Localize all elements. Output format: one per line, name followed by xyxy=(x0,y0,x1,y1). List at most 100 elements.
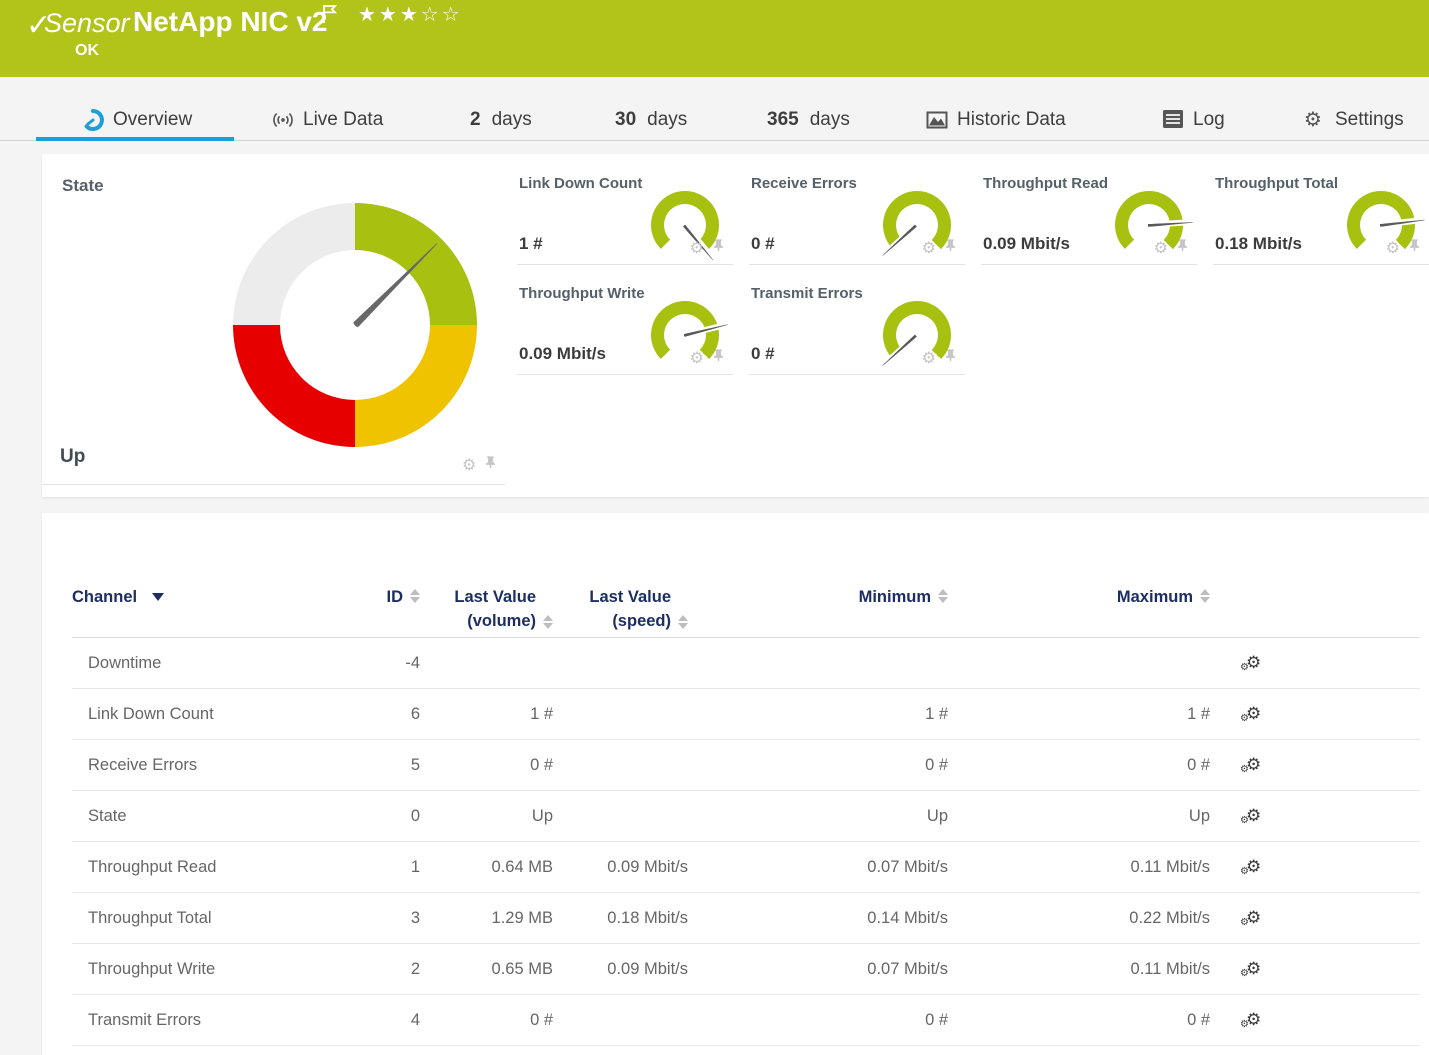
tab-number: 2 xyxy=(470,109,481,131)
sort-arrows-icon xyxy=(1200,589,1210,609)
state-gauge-value: Up xyxy=(60,446,85,468)
channels-panel: Channel ID Last Value(volume) Last Value… xyxy=(42,513,1429,1055)
cell-last-value-speed: 0.09 Mbit/s xyxy=(553,960,688,979)
tab-label: days xyxy=(492,109,532,131)
gear-icon[interactable]: ⚙ xyxy=(922,350,936,366)
pin-icon[interactable] xyxy=(1408,237,1421,258)
state-gauge-tile: State Up ⚙ xyxy=(42,154,505,485)
log-icon xyxy=(1162,109,1184,131)
flag-icon[interactable] xyxy=(322,4,339,29)
channel-settings-icon[interactable]: ⚙⚙ xyxy=(1210,1011,1420,1030)
cell-channel[interactable]: Throughput Write xyxy=(72,960,345,979)
cell-id: 1 xyxy=(345,858,420,877)
tab-settings[interactable]: ⚙Settings xyxy=(1300,100,1408,140)
channel-settings-icon[interactable]: ⚙⚙ xyxy=(1210,858,1420,877)
column-header-maximum[interactable]: Maximum xyxy=(948,585,1210,609)
cell-minimum: 0.07 Mbit/s xyxy=(688,858,948,877)
pin-icon[interactable] xyxy=(712,237,725,258)
table-row-receive-errors: Receive Errors50 #0 #0 #⚙⚙ xyxy=(72,740,1420,791)
gear-icon[interactable]: ⚙ xyxy=(690,350,704,366)
cell-minimum: Up xyxy=(688,807,948,826)
gauge-value: 1 # xyxy=(519,234,543,254)
tab-live-data[interactable]: Live Data xyxy=(268,100,387,140)
cell-maximum: 0.22 Mbit/s xyxy=(948,909,1210,928)
cell-maximum: 0.11 Mbit/s xyxy=(948,858,1210,877)
cell-last-value-volume: 0 # xyxy=(420,756,553,775)
cell-channel[interactable]: Throughput Read xyxy=(72,858,345,877)
column-header-id[interactable]: ID xyxy=(345,585,420,609)
cell-minimum: 0.14 Mbit/s xyxy=(688,909,948,928)
gauge-icon xyxy=(82,109,104,131)
priority-stars[interactable]: ★★★☆☆ xyxy=(358,2,463,26)
gauge-title: Receive Errors xyxy=(751,175,857,192)
channel-settings-icon[interactable]: ⚙⚙ xyxy=(1210,960,1420,979)
channel-settings-icon[interactable]: ⚙⚙ xyxy=(1210,705,1420,724)
tab-overview[interactable]: Overview xyxy=(78,100,196,140)
channel-settings-icon[interactable]: ⚙⚙ xyxy=(1210,909,1420,928)
tab-365-days[interactable]: 365days xyxy=(763,100,854,140)
cell-minimum: 0 # xyxy=(688,756,948,775)
pin-icon[interactable] xyxy=(944,237,957,258)
tab-number: 365 xyxy=(767,109,799,131)
cell-channel[interactable]: Downtime xyxy=(72,654,345,673)
channel-settings-icon[interactable]: ⚙⚙ xyxy=(1210,807,1420,826)
channels-table-header: Channel ID Last Value(volume) Last Value… xyxy=(72,573,1420,638)
gear-icon[interactable]: ⚙ xyxy=(462,457,476,473)
gauge-tile-throughput-write: Throughput Write0.09 Mbit/s⚙ xyxy=(517,275,733,375)
cell-channel[interactable]: State xyxy=(72,807,345,826)
cell-last-value-volume: 0 # xyxy=(420,1011,553,1030)
cell-channel[interactable]: Link Down Count xyxy=(72,705,345,724)
cell-minimum: 1 # xyxy=(688,705,948,724)
cell-maximum: Up xyxy=(948,807,1210,826)
column-header-last-value-volume[interactable]: Last Value(volume) xyxy=(420,585,553,633)
gear-icon[interactable]: ⚙ xyxy=(922,240,936,256)
cell-minimum: 0 # xyxy=(688,1011,948,1030)
tab-label: Historic Data xyxy=(957,109,1066,131)
column-header-last-value-speed[interactable]: Last Value(speed) xyxy=(553,585,688,633)
table-row-state: State0UpUpUp⚙⚙ xyxy=(72,791,1420,842)
cell-channel[interactable]: Transmit Errors xyxy=(72,1011,345,1030)
tab-label: days xyxy=(647,109,687,131)
gear-icon[interactable]: ⚙ xyxy=(1386,240,1400,256)
cell-maximum: 0 # xyxy=(948,1011,1210,1030)
gauge-tile-link-down-count: Link Down Count1 #⚙ xyxy=(517,165,733,265)
sensor-title: NetApp NIC v2 xyxy=(133,6,327,38)
sort-arrows-icon xyxy=(410,589,420,609)
tab-log[interactable]: Log xyxy=(1158,100,1229,140)
gear-icon[interactable]: ⚙ xyxy=(690,240,704,256)
tab-historic-data[interactable]: Historic Data xyxy=(922,100,1070,140)
cell-last-value-volume: Up xyxy=(420,807,553,826)
cell-id: -4 xyxy=(345,654,420,673)
live-data-icon xyxy=(272,109,294,131)
pin-icon[interactable] xyxy=(712,347,725,368)
cell-id: 2 xyxy=(345,960,420,979)
column-header-minimum[interactable]: Minimum xyxy=(688,585,948,609)
tab-30-days[interactable]: 30days xyxy=(611,100,691,140)
gauge-tile-receive-errors: Receive Errors0 #⚙ xyxy=(749,165,965,265)
column-header-channel[interactable]: Channel xyxy=(72,585,345,609)
tab-label: Live Data xyxy=(303,109,383,131)
table-row-throughput-total: Throughput Total31.29 MB0.18 Mbit/s0.14 … xyxy=(72,893,1420,944)
cell-last-value-volume: 0.65 MB xyxy=(420,960,553,979)
pin-icon[interactable] xyxy=(1176,237,1189,258)
sort-arrows-icon xyxy=(678,615,688,633)
pin-icon[interactable] xyxy=(484,454,497,475)
table-row-transmit-errors: Transmit Errors40 #0 #0 #⚙⚙ xyxy=(72,995,1420,1046)
state-gauge-title: State xyxy=(62,176,104,196)
channel-settings-icon[interactable]: ⚙⚙ xyxy=(1210,654,1420,673)
cell-last-value-volume: 1.29 MB xyxy=(420,909,553,928)
cell-channel[interactable]: Throughput Total xyxy=(72,909,345,928)
pin-icon[interactable] xyxy=(944,347,957,368)
gear-icon[interactable]: ⚙ xyxy=(1154,240,1168,256)
channel-settings-icon[interactable]: ⚙⚙ xyxy=(1210,756,1420,775)
channels-table: Channel ID Last Value(volume) Last Value… xyxy=(72,573,1420,1046)
tab-label: Log xyxy=(1193,109,1225,131)
sort-arrows-icon xyxy=(938,589,948,609)
gauge-title: Throughput Write xyxy=(519,285,645,302)
cell-channel[interactable]: Receive Errors xyxy=(72,756,345,775)
cell-maximum: 0.11 Mbit/s xyxy=(948,960,1210,979)
sensor-status-badge: OK xyxy=(75,42,99,60)
gauges-panel: State Up ⚙ Link Down Count1 #⚙Receive Er… xyxy=(42,154,1429,497)
tab-2-days[interactable]: 2 days xyxy=(466,100,536,140)
sort-arrows-icon xyxy=(543,615,553,633)
